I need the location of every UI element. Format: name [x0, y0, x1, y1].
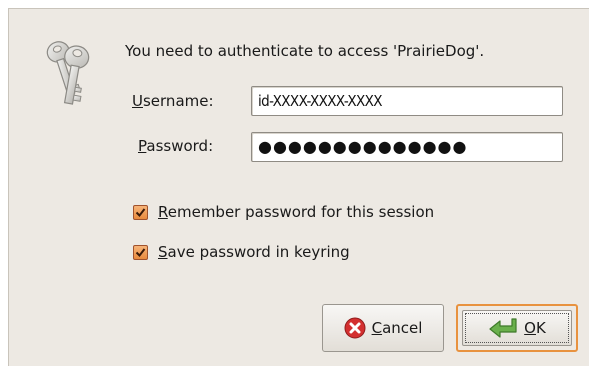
remember-password-checkbox[interactable]	[133, 204, 148, 220]
save-keyring-checkbox[interactable]	[133, 244, 148, 260]
save-keyring-label: Save password in keyring	[158, 243, 350, 261]
ok-label: OK	[524, 319, 546, 337]
enter-arrow-icon	[488, 317, 518, 339]
password-label: Password:	[138, 137, 214, 155]
authentication-dialog: You need to authenticate to access 'Prai…	[8, 8, 589, 366]
ok-button[interactable]: OK	[456, 304, 578, 352]
username-field[interactable]: id-XXXX-XXXX-XXXX	[251, 86, 563, 116]
auth-message: You need to authenticate to access 'Prai…	[125, 42, 485, 60]
username-label: Username:	[132, 92, 214, 110]
checkmark-icon	[135, 207, 146, 217]
remember-password-option[interactable]: Remember password for this session	[133, 201, 434, 223]
keys-icon	[46, 41, 90, 105]
remember-password-label: Remember password for this session	[158, 203, 435, 221]
cancel-icon	[344, 317, 366, 339]
password-field[interactable]: ●●●●●●●●●●●●●●	[251, 132, 563, 162]
cancel-label: Cancel	[371, 319, 423, 337]
cancel-button[interactable]: Cancel	[322, 304, 444, 352]
ok-button-face[interactable]: OK	[462, 310, 572, 346]
save-keyring-option[interactable]: Save password in keyring	[133, 241, 350, 263]
checkmark-icon	[135, 247, 146, 257]
